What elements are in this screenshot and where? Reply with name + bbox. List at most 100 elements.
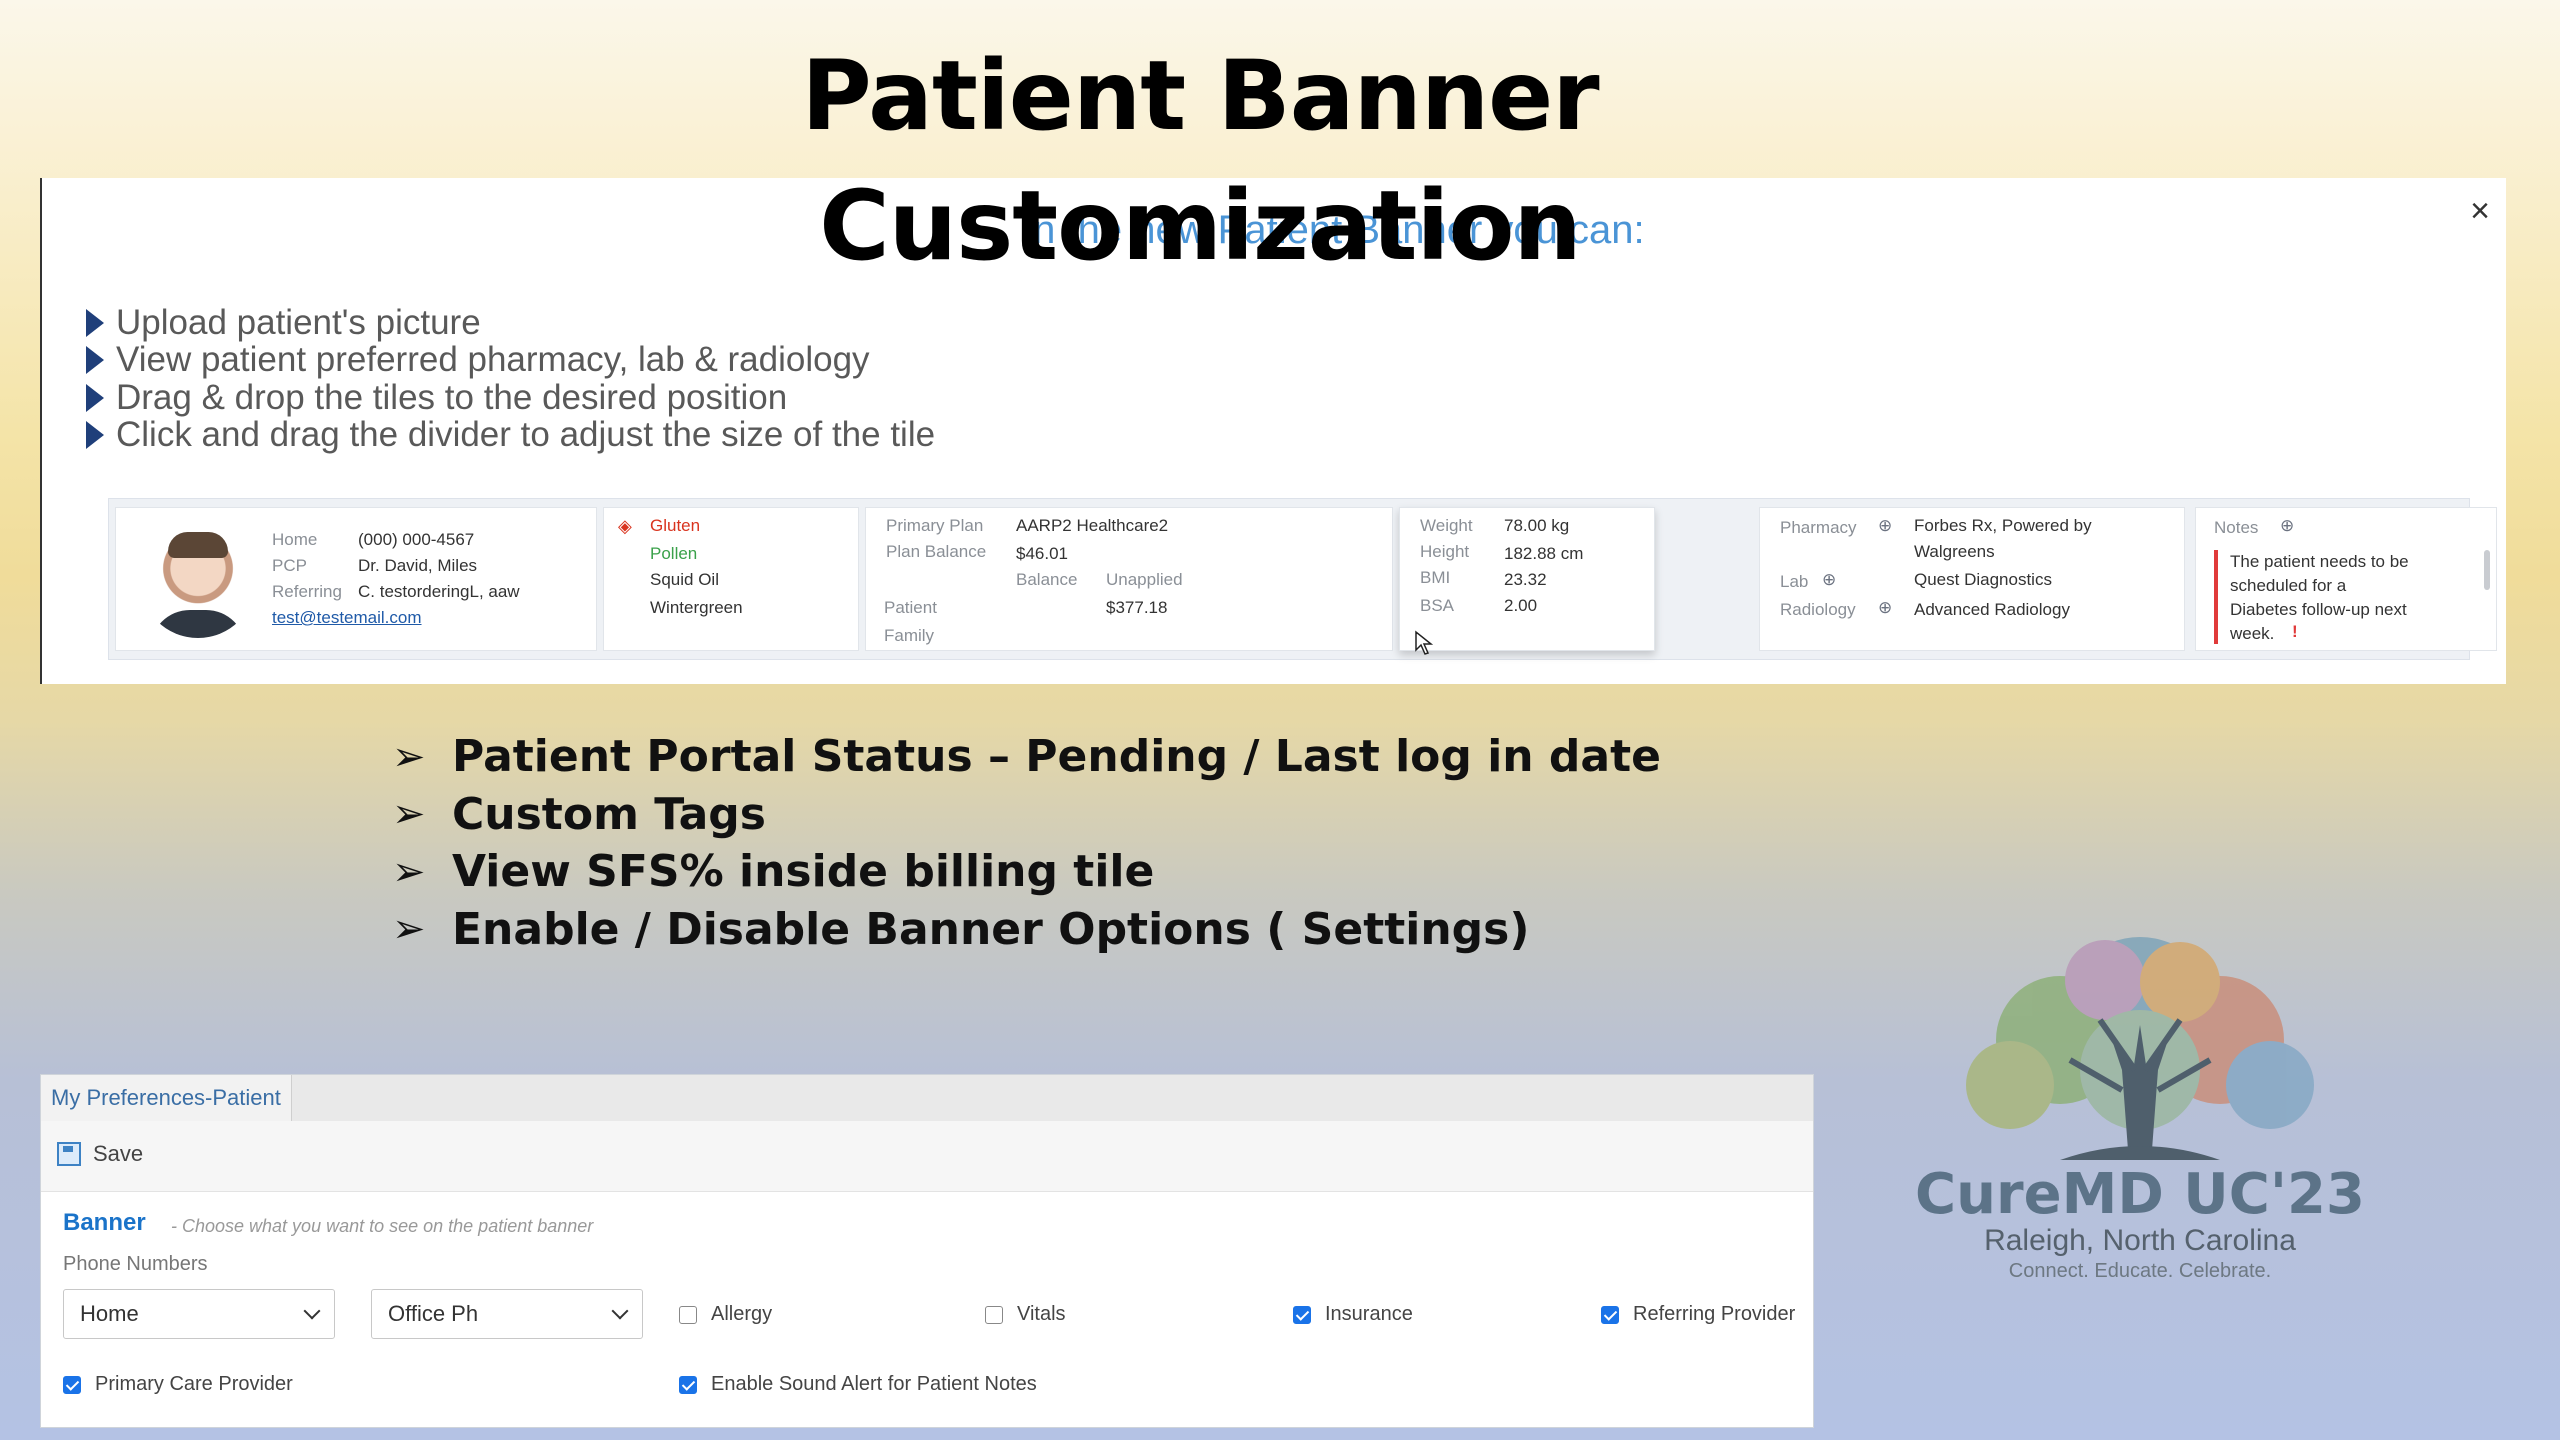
home-phone-value: (000) 000-4567 xyxy=(358,530,475,549)
phone-select-2-value: Office Ph xyxy=(388,1301,479,1326)
primary-care-provider-checkbox-label: Primary Care Provider xyxy=(95,1373,293,1395)
phone-select-2[interactable]: Office Ph xyxy=(371,1289,643,1339)
vitals-checkbox[interactable]: Vitals xyxy=(985,1303,1066,1326)
feature-text: Enable / Disable Banner Options ( Settin… xyxy=(452,903,1530,955)
sound-alert-checkbox-label: Enable Sound Alert for Patient Notes xyxy=(711,1373,1037,1395)
sound-alert-checkbox[interactable]: Enable Sound Alert for Patient Notes xyxy=(679,1373,1037,1396)
logo-name: CureMD UC'23 xyxy=(1915,1162,2365,1227)
intro-bullet: Click and drag the divider to adjust the… xyxy=(86,415,936,455)
notes-label: Notes xyxy=(2214,518,2259,537)
feature-text: Patient Portal Status – Pending / Last l… xyxy=(452,731,1661,783)
note-text-line: Diabetes follow-up next xyxy=(2230,600,2407,619)
feature-item: ➢ Enable / Disable Banner Options ( Setti… xyxy=(392,901,1661,959)
height-value: 182.88 cm xyxy=(1504,544,1584,563)
intro-bullet: Upload patient's picture xyxy=(86,302,935,342)
allergy-alert-icon: ◈ xyxy=(618,516,632,536)
save-label: Save xyxy=(93,1141,144,1166)
logo-tagline: Connect. Educate. Celebrate. xyxy=(2008,1260,2272,1282)
home-phone-label: Home xyxy=(272,530,318,549)
allergy-checkbox-label: Allergy xyxy=(711,1303,773,1325)
preferences-tab-bar: My Preferences-Patient xyxy=(41,1075,1813,1121)
chevron-down-icon xyxy=(611,1302,629,1320)
allergy-item: Gluten xyxy=(650,516,701,535)
allergy-tile[interactable]: ◈ Gluten Pollen Squid Oil Wintergreen xyxy=(603,507,859,651)
checkbox-checked[interactable] xyxy=(1293,1305,1311,1324)
patient-email-link[interactable]: test@testemail.com xyxy=(272,608,422,628)
referring-provider-checkbox-label: Referring Provider xyxy=(1633,1303,1796,1325)
phone-select-1-value: Home xyxy=(80,1301,139,1326)
vitals-tile[interactable]: Weight 78.00 kg Height 182.88 cm BMI 23.… xyxy=(1399,507,1655,655)
preferences-toolbar: Save xyxy=(41,1121,1813,1192)
arrow-bullet-icon xyxy=(86,421,104,450)
note-text-line: The patient needs to be xyxy=(2230,552,2409,571)
logo-location: Raleigh, North Carolina xyxy=(1984,1224,2296,1257)
height-label: Height xyxy=(1420,542,1470,561)
checkbox-unchecked[interactable] xyxy=(985,1305,1003,1324)
insurance-checkbox-label: Insurance xyxy=(1325,1303,1413,1325)
vitals-checkbox-label: Vitals xyxy=(1017,1303,1066,1325)
referring-provider-checkbox[interactable]: Referring Provider xyxy=(1601,1303,1795,1326)
allergy-item: Squid Oil xyxy=(650,570,719,589)
allergy-item: Pollen xyxy=(650,544,698,563)
pcp-value: Dr. David, Miles xyxy=(358,556,478,575)
checkbox-unchecked[interactable] xyxy=(679,1305,697,1324)
preferences-panel: My Preferences-Patient Save Banner - Cho… xyxy=(40,1074,1814,1428)
note-alert-icon: ! xyxy=(2292,622,2298,641)
patient-avatar[interactable] xyxy=(140,522,256,638)
intro-bullet-text: Upload patient's picture xyxy=(116,302,481,342)
allergy-checkbox[interactable]: Allergy xyxy=(679,1303,772,1326)
intro-bullet: View patient preferred pharmacy, lab & r… xyxy=(86,340,935,380)
patient-balance-label: Patient xyxy=(884,598,937,617)
add-note-icon[interactable]: ⊕ xyxy=(2280,516,2294,536)
add-lab-icon[interactable]: ⊕ xyxy=(1822,570,1836,590)
primary-plan-value: AARP2 Healthcare2 xyxy=(1016,516,1169,535)
primary-care-provider-checkbox[interactable]: Primary Care Provider xyxy=(63,1373,293,1396)
contact-tile[interactable]: Home (000) 000-4567 PCP Dr. David, Miles… xyxy=(115,507,597,651)
bmi-value: 23.32 xyxy=(1504,570,1547,589)
save-icon xyxy=(57,1142,81,1166)
notes-tile[interactable]: Notes ⊕ The patient needs to be schedule… xyxy=(2195,507,2497,651)
insurance-checkbox[interactable]: Insurance xyxy=(1293,1303,1413,1326)
arrow-bullet-icon: ➢ xyxy=(392,906,426,953)
radiology-label: Radiology xyxy=(1780,600,1856,619)
pharmacy-label: Pharmacy xyxy=(1780,518,1857,537)
allergy-item: Wintergreen xyxy=(650,598,743,617)
plan-balance-value: $46.01 xyxy=(1016,544,1068,563)
checkbox-checked[interactable] xyxy=(679,1375,697,1394)
tab-my-preferences-patient[interactable]: My Preferences-Patient xyxy=(41,1075,292,1121)
phone-select-1[interactable]: Home xyxy=(63,1289,335,1339)
insurance-tile[interactable]: Primary Plan AARP2 Healthcare2 Plan Bala… xyxy=(865,507,1393,651)
arrow-bullet-icon xyxy=(86,308,104,337)
pcp-label: PCP xyxy=(272,556,307,575)
arrow-bullet-icon: ➢ xyxy=(392,733,426,780)
radiology-value: Advanced Radiology xyxy=(1914,600,2070,619)
plan-balance-label: Plan Balance xyxy=(886,542,987,561)
checkbox-checked[interactable] xyxy=(1601,1305,1619,1324)
note-alert-bar xyxy=(2214,550,2218,644)
lab-label: Lab xyxy=(1780,572,1809,591)
intro-bullet-list: Upload patient's picture View patient pr… xyxy=(86,302,936,455)
balance-header: Balance xyxy=(1016,570,1078,589)
add-pharmacy-icon[interactable]: ⊕ xyxy=(1878,516,1892,536)
phone-numbers-label: Phone Numbers xyxy=(63,1253,208,1275)
arrow-bullet-icon: ➢ xyxy=(392,791,426,838)
providers-tile[interactable]: Pharmacy ⊕ Forbes Rx, Powered by Walgree… xyxy=(1759,507,2185,651)
intro-bullet-text: Click and drag the divider to adjust the… xyxy=(116,415,936,455)
patient-banner: Home (000) 000-4567 PCP Dr. David, Miles… xyxy=(108,498,2497,660)
checkbox-checked[interactable] xyxy=(63,1375,81,1394)
notes-scrollbar[interactable] xyxy=(2484,550,2490,590)
save-button[interactable]: Save xyxy=(57,1141,143,1167)
unapplied-header: Unapplied xyxy=(1106,570,1183,589)
add-radiology-icon[interactable]: ⊕ xyxy=(1878,598,1892,618)
slide-title-line-2: Customization xyxy=(819,170,1581,282)
feature-item: ➢ Patient Portal Status – Pending / Last … xyxy=(392,728,1661,786)
mouse-cursor-icon xyxy=(1415,630,1434,655)
feature-text: Custom Tags xyxy=(452,788,766,840)
weight-value: 78.00 kg xyxy=(1504,516,1570,535)
feature-list: ➢ Patient Portal Status – Pending / Last … xyxy=(392,728,1661,958)
arrow-bullet-icon xyxy=(86,346,104,375)
chevron-down-icon xyxy=(303,1302,321,1320)
close-icon[interactable]: × xyxy=(2470,192,2490,231)
banner-section-title: Banner xyxy=(63,1209,146,1236)
intro-bullet-text: View patient preferred pharmacy, lab & r… xyxy=(116,340,870,380)
